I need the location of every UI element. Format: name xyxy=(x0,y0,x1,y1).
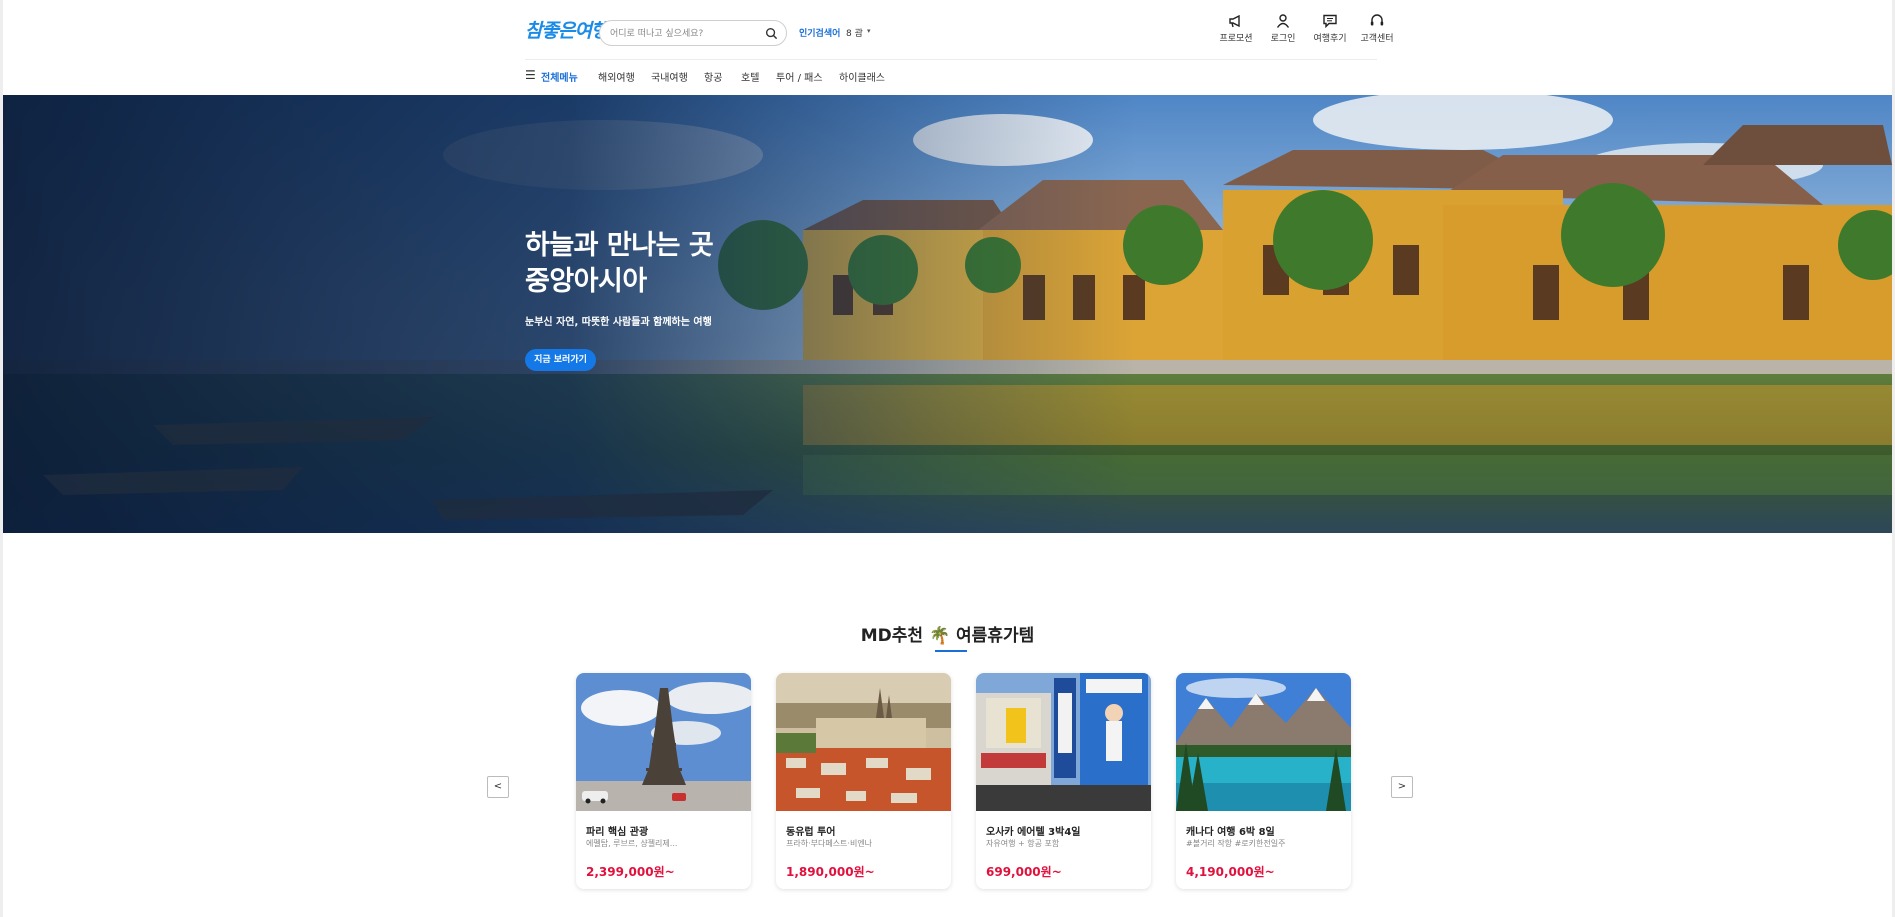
product-price: 1,890,000원~ xyxy=(786,865,875,879)
hero-title-line2: 중앙아시아 xyxy=(525,266,647,297)
util-login-label: 로그인 xyxy=(1270,34,1296,44)
product-name: 동유럽 투어 xyxy=(786,827,836,838)
nav-item-tour-pass[interactable]: 투어 / 패스 xyxy=(776,69,823,84)
hero-title: 하늘과 만나는 곳 중앙아시아 xyxy=(525,228,714,300)
search-box[interactable] xyxy=(599,20,787,46)
nav-item-domestic[interactable]: 국내여행 xyxy=(651,69,688,84)
util-review[interactable]: 여행후기 xyxy=(1306,14,1354,44)
product-image xyxy=(976,673,1151,811)
util-review-label: 여행후기 xyxy=(1313,34,1347,44)
product-price: 2,399,000원~ xyxy=(586,865,675,879)
carousel-next-button[interactable]: > xyxy=(1391,776,1413,798)
megaphone-icon xyxy=(1229,14,1240,28)
page: 참좋은여행 인기검색어 8 괌 ▾ 프로모션 xyxy=(0,0,1895,917)
product-image xyxy=(576,673,751,811)
util-promotion[interactable]: 프로모션 xyxy=(1212,14,1260,44)
product-card[interactable]: 동유럽 투어 프라하·부다페스트·비엔나 1,890,000원~ xyxy=(776,673,951,889)
main-nav: ☰ 전체메뉴 해외여행 국내여행 항공 호텔 투어 / 패스 하이클래스 xyxy=(525,60,1377,95)
user-icon xyxy=(1276,14,1290,28)
site-header: 참좋은여행 인기검색어 8 괌 ▾ 프로모션 xyxy=(3,0,1892,95)
nav-item-overseas[interactable]: 해외여행 xyxy=(598,69,635,84)
util-login[interactable]: 로그인 xyxy=(1259,14,1307,44)
product-card[interactable]: 캐나다 여행 6박 8일 #볼거리 작항 #로키한전일주 4,190,000원~ xyxy=(1176,673,1351,889)
util-support-label: 고객센터 xyxy=(1360,34,1394,44)
popular-search-keyword[interactable]: 8 괌 xyxy=(846,26,863,39)
util-support[interactable]: 고객센터 xyxy=(1353,14,1401,44)
hero-subtitle: 눈부신 자연, 따뜻한 사람들과 함께하는 여행 xyxy=(525,317,712,328)
carousel-prev-button[interactable]: < xyxy=(487,776,509,798)
product-image xyxy=(1176,673,1351,811)
hamburger-icon[interactable]: ☰ xyxy=(525,68,536,82)
header-top-row: 참좋은여행 인기검색어 8 괌 ▾ 프로모션 xyxy=(525,0,1394,60)
product-desc: 프라하·부다페스트·비엔나 xyxy=(786,839,873,848)
search-icon[interactable] xyxy=(765,27,778,40)
product-name: 오사카 에어텔 3박4일 xyxy=(986,827,1081,838)
popular-search-label: 인기검색어 xyxy=(799,29,841,39)
chevron-down-icon[interactable]: ▾ xyxy=(867,27,871,35)
nav-all-menu[interactable]: 전체메뉴 xyxy=(541,69,578,84)
util-promotion-label: 프로모션 xyxy=(1219,34,1253,44)
chat-icon xyxy=(1323,14,1337,28)
section-title: MD추천 🌴 여름휴가템 xyxy=(860,626,1035,646)
headset-icon xyxy=(1370,14,1384,26)
site-logo[interactable]: 참좋은여행 xyxy=(525,16,608,43)
product-card[interactable]: 파리 핵심 관광 에펠탑, 루브르, 샹젤리제... 2,399,000원~ xyxy=(576,673,751,889)
product-name: 파리 핵심 관광 xyxy=(586,827,649,838)
product-price: 4,190,000원~ xyxy=(1186,865,1275,879)
hero-title-line1: 하늘과 만나는 곳 xyxy=(525,230,714,261)
product-desc: #볼거리 작항 #로키한전일주 xyxy=(1186,839,1286,848)
section-title-underline xyxy=(935,650,967,652)
hero-cta-button[interactable]: 지금 보러가기 xyxy=(525,349,596,371)
product-desc: 에펠탑, 루브르, 샹젤리제... xyxy=(586,839,678,848)
hero-image xyxy=(3,95,1892,533)
product-image xyxy=(776,673,951,811)
nav-item-hotel[interactable]: 호텔 xyxy=(741,69,759,84)
product-card[interactable]: 오사카 에어텔 3박4일 자유여행 + 항공 포함 699,000원~ xyxy=(976,673,1151,889)
product-price: 699,000원~ xyxy=(986,865,1062,879)
nav-item-flight[interactable]: 항공 xyxy=(704,69,722,84)
hero-banner[interactable]: 하늘과 만나는 곳 중앙아시아 눈부신 자연, 따뜻한 사람들과 함께하는 여행… xyxy=(3,95,1892,533)
nav-item-high-class[interactable]: 하이클래스 xyxy=(839,69,885,84)
search-input[interactable] xyxy=(610,25,760,42)
product-name: 캐나다 여행 6박 8일 xyxy=(1186,827,1275,838)
product-desc: 자유여행 + 항공 포함 xyxy=(986,839,1060,848)
